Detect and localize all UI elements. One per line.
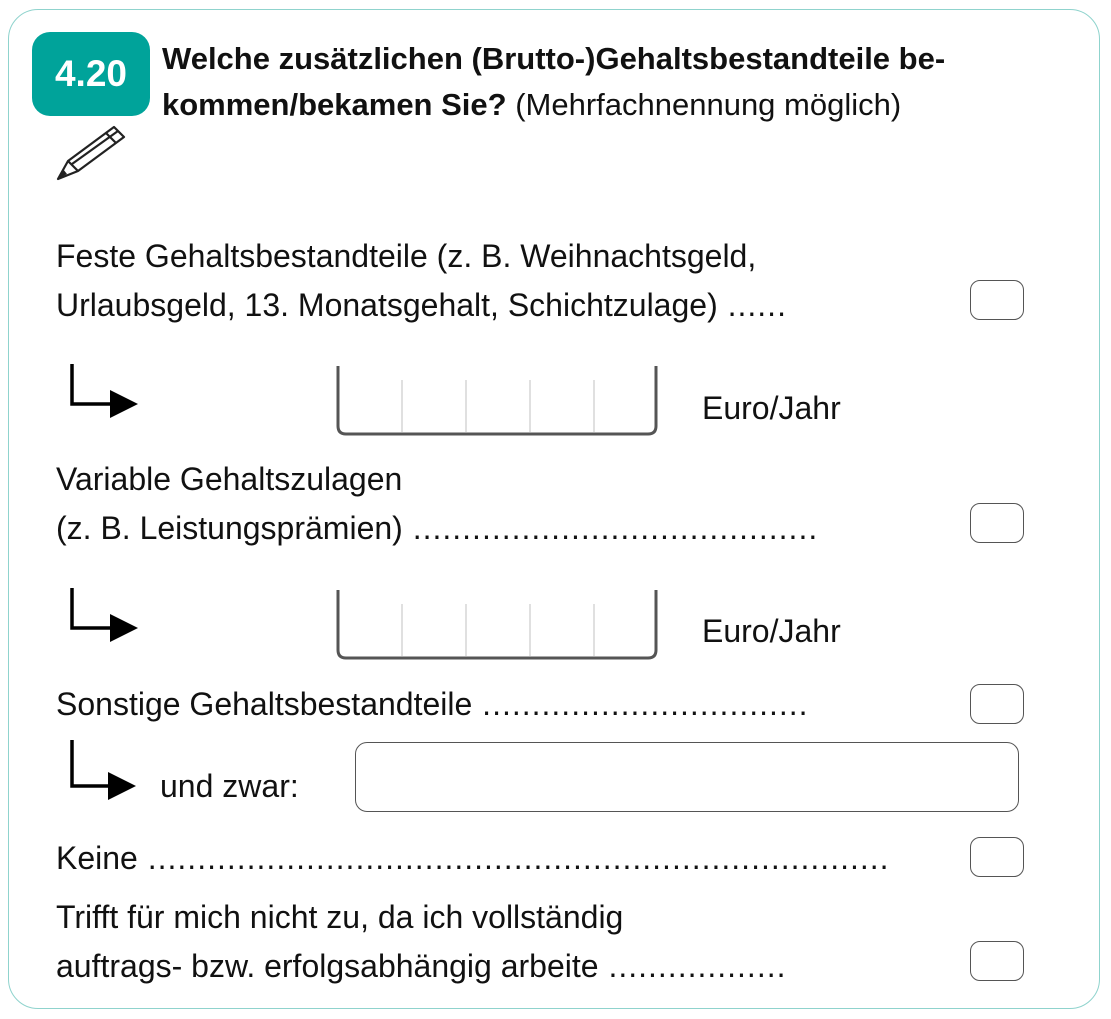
followup-arrow-icon	[70, 740, 136, 800]
followup-arrow-icon	[70, 364, 138, 418]
option-not-applicable-label: Trifft für mich nicht zu, da ich vollstä…	[56, 899, 787, 984]
other-followup-label: und zwar:	[160, 768, 299, 804]
checkbox-other[interactable]	[970, 684, 1024, 724]
option-none-label: Keine ..................................…	[56, 840, 890, 876]
checkbox-fixed[interactable]	[970, 280, 1024, 320]
checkbox-not-applicable[interactable]	[970, 941, 1024, 981]
question-title-bold-1: Welche zusätzlichen (Brutto-)Gehaltsbest…	[162, 41, 946, 76]
unit-label-fixed: Euro/Jahr	[702, 390, 841, 426]
question-hint: (Mehrfachnennung möglich)	[506, 87, 902, 122]
question-text: Welche zusätzlichen (Brutto-)Gehaltsbest…	[162, 36, 1092, 128]
amount-input-variable[interactable]	[334, 586, 660, 662]
unit-label-variable: Euro/Jahr	[702, 613, 841, 649]
other-text-input[interactable]	[355, 742, 1019, 812]
followup-arrow-icon	[70, 588, 138, 642]
option-other-label: Sonstige Gehaltsbestandteile ...........…	[56, 686, 809, 722]
amount-input-fixed[interactable]	[334, 362, 660, 438]
checkbox-variable[interactable]	[970, 503, 1024, 543]
pencil-icon	[56, 125, 126, 181]
option-variable-label: Variable Gehaltszulagen (z. B. Leistungs…	[56, 461, 819, 546]
question-title-bold-2: kommen/bekamen Sie?	[162, 87, 507, 122]
checkbox-none[interactable]	[970, 837, 1024, 877]
question-number-badge: 4.20	[32, 32, 150, 116]
option-fixed-label: Feste Gehaltsbestandteile (z. B. Weihnac…	[56, 238, 787, 323]
